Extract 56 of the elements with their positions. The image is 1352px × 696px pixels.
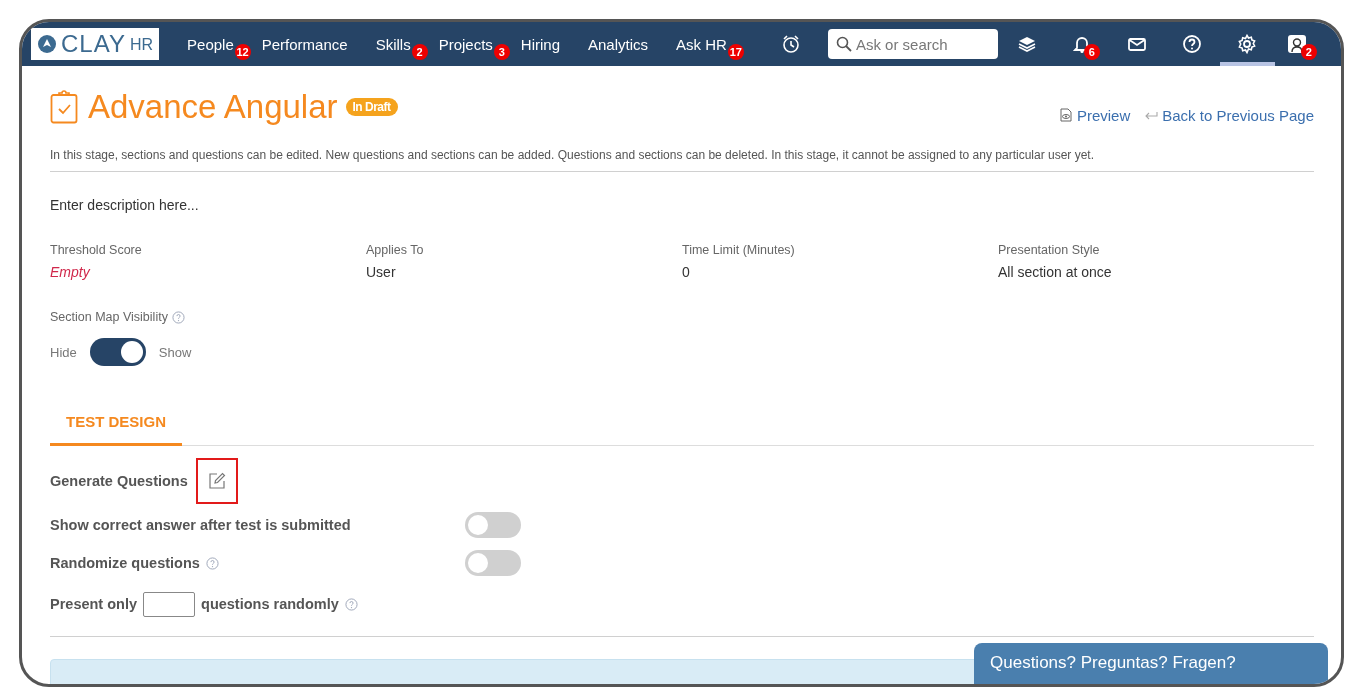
setting-label: Present only bbox=[50, 596, 138, 612]
layers-icon bbox=[1017, 34, 1038, 54]
nav-item[interactable]: Hiring bbox=[520, 35, 560, 53]
field-value[interactable]: 0 bbox=[682, 264, 998, 280]
toggle-switch[interactable] bbox=[465, 550, 521, 576]
setting-label: Randomize questions bbox=[50, 555, 200, 571]
nav-item[interactable]: Projects bbox=[438, 35, 493, 53]
page-title: Advance Angular bbox=[88, 88, 338, 126]
settings-icon bbox=[1237, 34, 1258, 54]
header-link[interactable]: Back to Previous Page bbox=[1144, 106, 1314, 124]
logo-text: HR bbox=[129, 36, 154, 54]
nav-item[interactable]: Performance bbox=[261, 35, 348, 53]
field-label: Time Limit (Minutes) bbox=[682, 243, 796, 257]
bell-button[interactable]: 6 bbox=[1054, 22, 1110, 66]
nav-item[interactable]: Ask HR bbox=[676, 35, 727, 53]
count-badge: 17 bbox=[727, 43, 744, 60]
field-value[interactable]: User bbox=[366, 264, 682, 280]
stage-note: In this stage, sections and questions can be edited. New questions and sections can be added. Questions and sections can be deleted. In this stage, it cannot be assigned to any particular user yet. bbox=[50, 148, 1314, 172]
help-icon bbox=[1182, 34, 1203, 54]
count-badge: 12 bbox=[234, 43, 251, 60]
nav-item[interactable]: Skills bbox=[375, 35, 411, 53]
logo[interactable]: CLAY HR bbox=[31, 28, 160, 60]
field-label: Presentation Style bbox=[998, 243, 1101, 257]
search-field[interactable]: Ask or search bbox=[827, 29, 998, 59]
field-value[interactable]: Empty bbox=[50, 264, 366, 280]
toggle-switch[interactable] bbox=[89, 338, 146, 366]
edit-icon bbox=[207, 472, 226, 490]
chat-widget-button[interactable]: Questions? Preguntas? Fragen? bbox=[974, 643, 1328, 684]
search-icon bbox=[835, 36, 852, 52]
field-value[interactable]: All section at once bbox=[998, 264, 1314, 280]
toggle-label: Show bbox=[158, 344, 192, 360]
count-input-field[interactable] bbox=[143, 591, 196, 617]
count-badge: 2 bbox=[411, 43, 428, 60]
toggle-switch[interactable] bbox=[465, 512, 521, 538]
avatar-button[interactable]: 2 bbox=[1274, 22, 1319, 66]
nav-item[interactable]: People bbox=[187, 35, 234, 53]
logo-text: CLAY bbox=[61, 30, 126, 58]
clipboard-icon bbox=[50, 90, 78, 124]
nav-item[interactable]: Analytics bbox=[588, 35, 649, 53]
description-text[interactable]: Enter description here... bbox=[50, 197, 1314, 213]
alarm-clock-icon bbox=[780, 34, 801, 54]
status-badge: In Draft bbox=[345, 98, 398, 116]
logo-icon bbox=[37, 34, 57, 54]
field-label: Threshold Score bbox=[50, 243, 143, 257]
count-badge: 6 bbox=[1083, 44, 1100, 60]
edit-button[interactable] bbox=[195, 458, 238, 504]
field-label: Section Map Visibility bbox=[50, 310, 168, 324]
toggle-label: Hide bbox=[50, 344, 77, 360]
setting-label: Generate Questions bbox=[50, 473, 188, 489]
field-label: Applies To bbox=[366, 243, 425, 257]
setting-label: questions randomly bbox=[201, 596, 339, 612]
count-badge: 3 bbox=[493, 43, 510, 60]
user-icon bbox=[1286, 34, 1307, 54]
header-link[interactable]: Preview bbox=[1058, 106, 1131, 124]
document-icon bbox=[1058, 108, 1073, 122]
setting-label: Show correct answer after test is submitted bbox=[50, 517, 351, 533]
